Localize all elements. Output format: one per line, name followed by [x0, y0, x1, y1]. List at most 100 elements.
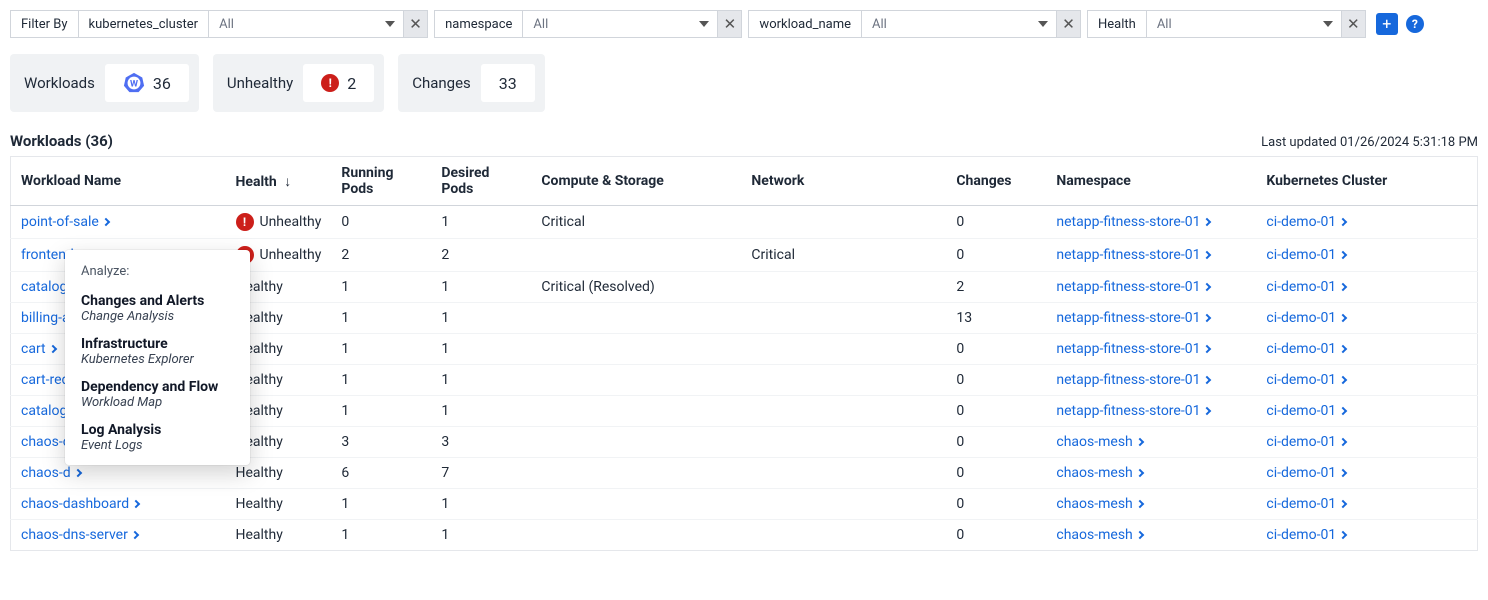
filter-value-kubernetes-cluster[interactable]: All	[209, 10, 404, 38]
section-header: Workloads (36) Last updated 01/26/2024 5…	[10, 132, 1478, 150]
filter-remove-namespace[interactable]: ✕	[718, 10, 742, 38]
cluster-link[interactable]: ci-demo-01	[1266, 247, 1346, 263]
summary-card-workloads[interactable]: Workloads W 36	[10, 54, 199, 112]
col-workload-name[interactable]: Workload Name	[11, 157, 226, 206]
chevron-right-icon	[1339, 469, 1347, 477]
col-network[interactable]: Network	[741, 157, 946, 206]
col-desired-pods[interactable]: Desired Pods	[431, 157, 531, 206]
cell-desired: 1	[431, 396, 531, 427]
summary-card-unhealthy[interactable]: Unhealthy ! 2	[213, 54, 384, 112]
filter-value-namespace[interactable]: All	[523, 10, 718, 38]
cell-compute	[531, 365, 741, 396]
workload-link[interactable]: point-of-sale	[21, 214, 109, 230]
analyze-popover: Analyze: Changes and AlertsChange Analys…	[65, 250, 250, 465]
popover-item[interactable]: Dependency and FlowWorkload Map	[65, 373, 250, 416]
filter-by-label: Filter By	[10, 10, 79, 38]
cell-changes: 0	[946, 396, 1046, 427]
popover-item[interactable]: Changes and AlertsChange Analysis	[65, 287, 250, 330]
cluster-link[interactable]: ci-demo-01	[1266, 465, 1346, 481]
filter-value-health[interactable]: All	[1147, 10, 1342, 38]
summary-card-changes[interactable]: Changes 33	[398, 54, 545, 112]
workload-link[interactable]: cart	[21, 341, 56, 357]
chevron-right-icon	[1203, 314, 1211, 322]
popover-item[interactable]: Log AnalysisEvent Logs	[65, 416, 250, 459]
cluster-link[interactable]: ci-demo-01	[1266, 214, 1346, 230]
cell-compute	[531, 334, 741, 365]
cluster-link[interactable]: ci-demo-01	[1266, 341, 1346, 357]
chevron-right-icon	[1339, 314, 1347, 322]
summary-workloads-value: 36	[153, 74, 171, 93]
workload-link[interactable]: chaos-d	[21, 465, 81, 481]
summary-unhealthy-label: Unhealthy	[223, 74, 303, 92]
workload-link[interactable]: chaos-dns-server	[21, 527, 138, 543]
cell-network	[741, 334, 946, 365]
popover-header: Analyze:	[65, 260, 250, 287]
chevron-right-icon	[1339, 283, 1347, 291]
cell-compute	[531, 458, 741, 489]
health-text: Healthy	[236, 527, 283, 543]
popover-item[interactable]: InfrastructureKubernetes Explorer	[65, 330, 250, 373]
namespace-link[interactable]: chaos-mesh	[1056, 465, 1142, 481]
col-k8s-cluster[interactable]: Kubernetes Cluster	[1256, 157, 1477, 206]
cluster-link[interactable]: ci-demo-01	[1266, 372, 1346, 388]
cell-network: Critical	[741, 239, 946, 272]
chevron-right-icon	[1339, 407, 1347, 415]
namespace-link[interactable]: netapp-fitness-store-01	[1056, 341, 1210, 357]
cell-running: 1	[331, 489, 431, 520]
cell-desired: 1	[431, 520, 531, 551]
namespace-link[interactable]: chaos-mesh	[1056, 496, 1142, 512]
namespace-link[interactable]: netapp-fitness-store-01	[1056, 247, 1210, 263]
col-health-label: Health	[236, 174, 277, 190]
cluster-link[interactable]: ci-demo-01	[1266, 434, 1346, 450]
cell-running: 1	[331, 365, 431, 396]
cell-changes: 0	[946, 427, 1046, 458]
chevron-right-icon	[1203, 218, 1211, 226]
cell-desired: 1	[431, 365, 531, 396]
namespace-link[interactable]: chaos-mesh	[1056, 527, 1142, 543]
cell-running: 1	[331, 303, 431, 334]
chevron-right-icon	[131, 531, 139, 539]
cluster-link[interactable]: ci-demo-01	[1266, 403, 1346, 419]
help-icon[interactable]: ?	[1406, 15, 1424, 33]
cell-changes: 0	[946, 239, 1046, 272]
cell-network	[741, 365, 946, 396]
col-changes[interactable]: Changes	[946, 157, 1046, 206]
cluster-link[interactable]: ci-demo-01	[1266, 310, 1346, 326]
chevron-right-icon	[102, 218, 110, 226]
filter-field-workload-name: workload_name	[748, 10, 862, 38]
chevron-right-icon	[1339, 251, 1347, 259]
cell-changes: 0	[946, 520, 1046, 551]
cluster-link[interactable]: ci-demo-01	[1266, 527, 1346, 543]
namespace-link[interactable]: netapp-fitness-store-01	[1056, 279, 1210, 295]
col-running-pods[interactable]: Running Pods	[331, 157, 431, 206]
summary-unhealthy-value: 2	[347, 74, 356, 93]
filter-value-workload-name[interactable]: All	[862, 10, 1057, 38]
filter-group-kubernetes-cluster: kubernetes_cluster All ✕	[79, 10, 429, 38]
namespace-link[interactable]: netapp-fitness-store-01	[1056, 310, 1210, 326]
namespace-link[interactable]: netapp-fitness-store-01	[1056, 372, 1210, 388]
health-text: Unhealthy	[260, 214, 322, 230]
chevron-right-icon	[1136, 531, 1144, 539]
cell-desired: 3	[431, 427, 531, 458]
popover-item-subtitle: Workload Map	[81, 395, 234, 410]
filter-remove-workload-name[interactable]: ✕	[1057, 10, 1081, 38]
namespace-link[interactable]: netapp-fitness-store-01	[1056, 403, 1210, 419]
cell-compute	[531, 239, 741, 272]
cluster-link[interactable]: ci-demo-01	[1266, 279, 1346, 295]
filter-remove-health[interactable]: ✕	[1342, 10, 1366, 38]
filter-field-namespace: namespace	[434, 10, 523, 38]
cluster-link[interactable]: ci-demo-01	[1266, 496, 1346, 512]
cell-changes: 13	[946, 303, 1046, 334]
workload-link[interactable]: chaos-dashboard	[21, 496, 139, 512]
col-compute-storage[interactable]: Compute & Storage	[531, 157, 741, 206]
namespace-link[interactable]: netapp-fitness-store-01	[1056, 214, 1210, 230]
namespace-link[interactable]: chaos-mesh	[1056, 434, 1142, 450]
cell-running: 0	[331, 206, 431, 239]
col-health[interactable]: Health ↓	[226, 157, 332, 206]
summary-row: Workloads W 36 Unhealthy ! 2 Changes 33	[10, 54, 1478, 112]
col-namespace[interactable]: Namespace	[1046, 157, 1256, 206]
add-filter-button[interactable]: +	[1376, 13, 1398, 35]
cell-compute: Critical	[531, 206, 741, 239]
filter-remove-kubernetes-cluster[interactable]: ✕	[404, 10, 428, 38]
popover-item-title: Log Analysis	[81, 422, 234, 438]
